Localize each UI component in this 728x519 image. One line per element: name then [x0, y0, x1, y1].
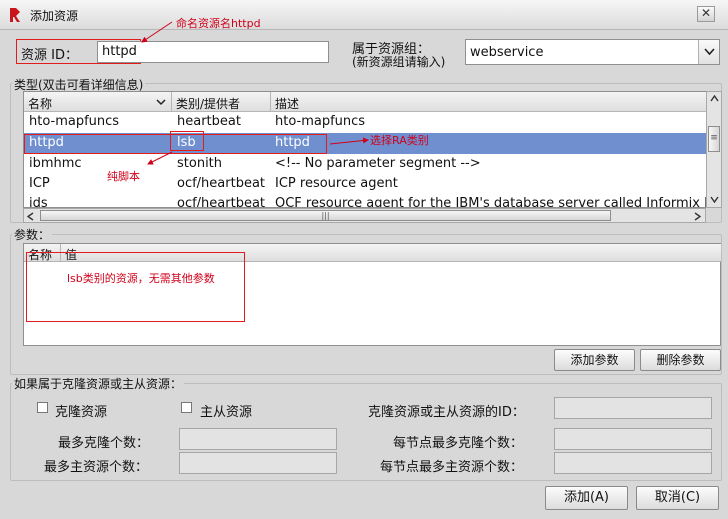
annotation-arrows [141, 21, 369, 165]
arrow-to-ra-type [329, 137, 369, 145]
arrow-to-script-row [147, 151, 173, 165]
arrow-to-resource-id [141, 21, 173, 43]
